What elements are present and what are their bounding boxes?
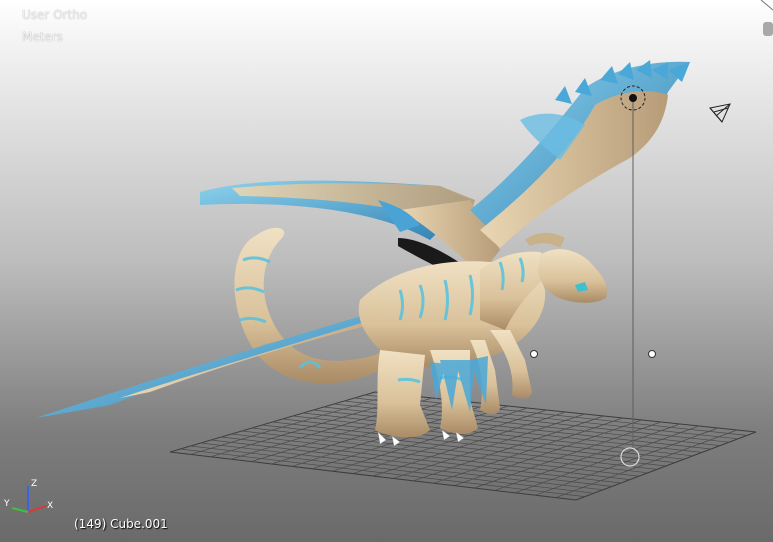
axis-orientation-gizmo: Z X Y <box>3 479 53 513</box>
grid-line <box>555 429 738 498</box>
grid-line <box>535 427 719 496</box>
active-object-label: (149) Cube.001 <box>74 517 168 531</box>
empty-point-a <box>530 350 538 358</box>
dragon-right-wing <box>470 60 690 248</box>
scene-render <box>36 60 757 501</box>
camera-object <box>709 103 731 123</box>
axis-z-label: Z <box>31 479 37 489</box>
axis-x-label: X <box>47 501 53 511</box>
axis-y-label: Y <box>3 499 10 509</box>
3d-viewport[interactable]: User Ortho Meters Z X Y (149) Cube.001 <box>0 0 773 542</box>
empty-point-b <box>648 350 656 358</box>
grid-line <box>514 425 699 494</box>
